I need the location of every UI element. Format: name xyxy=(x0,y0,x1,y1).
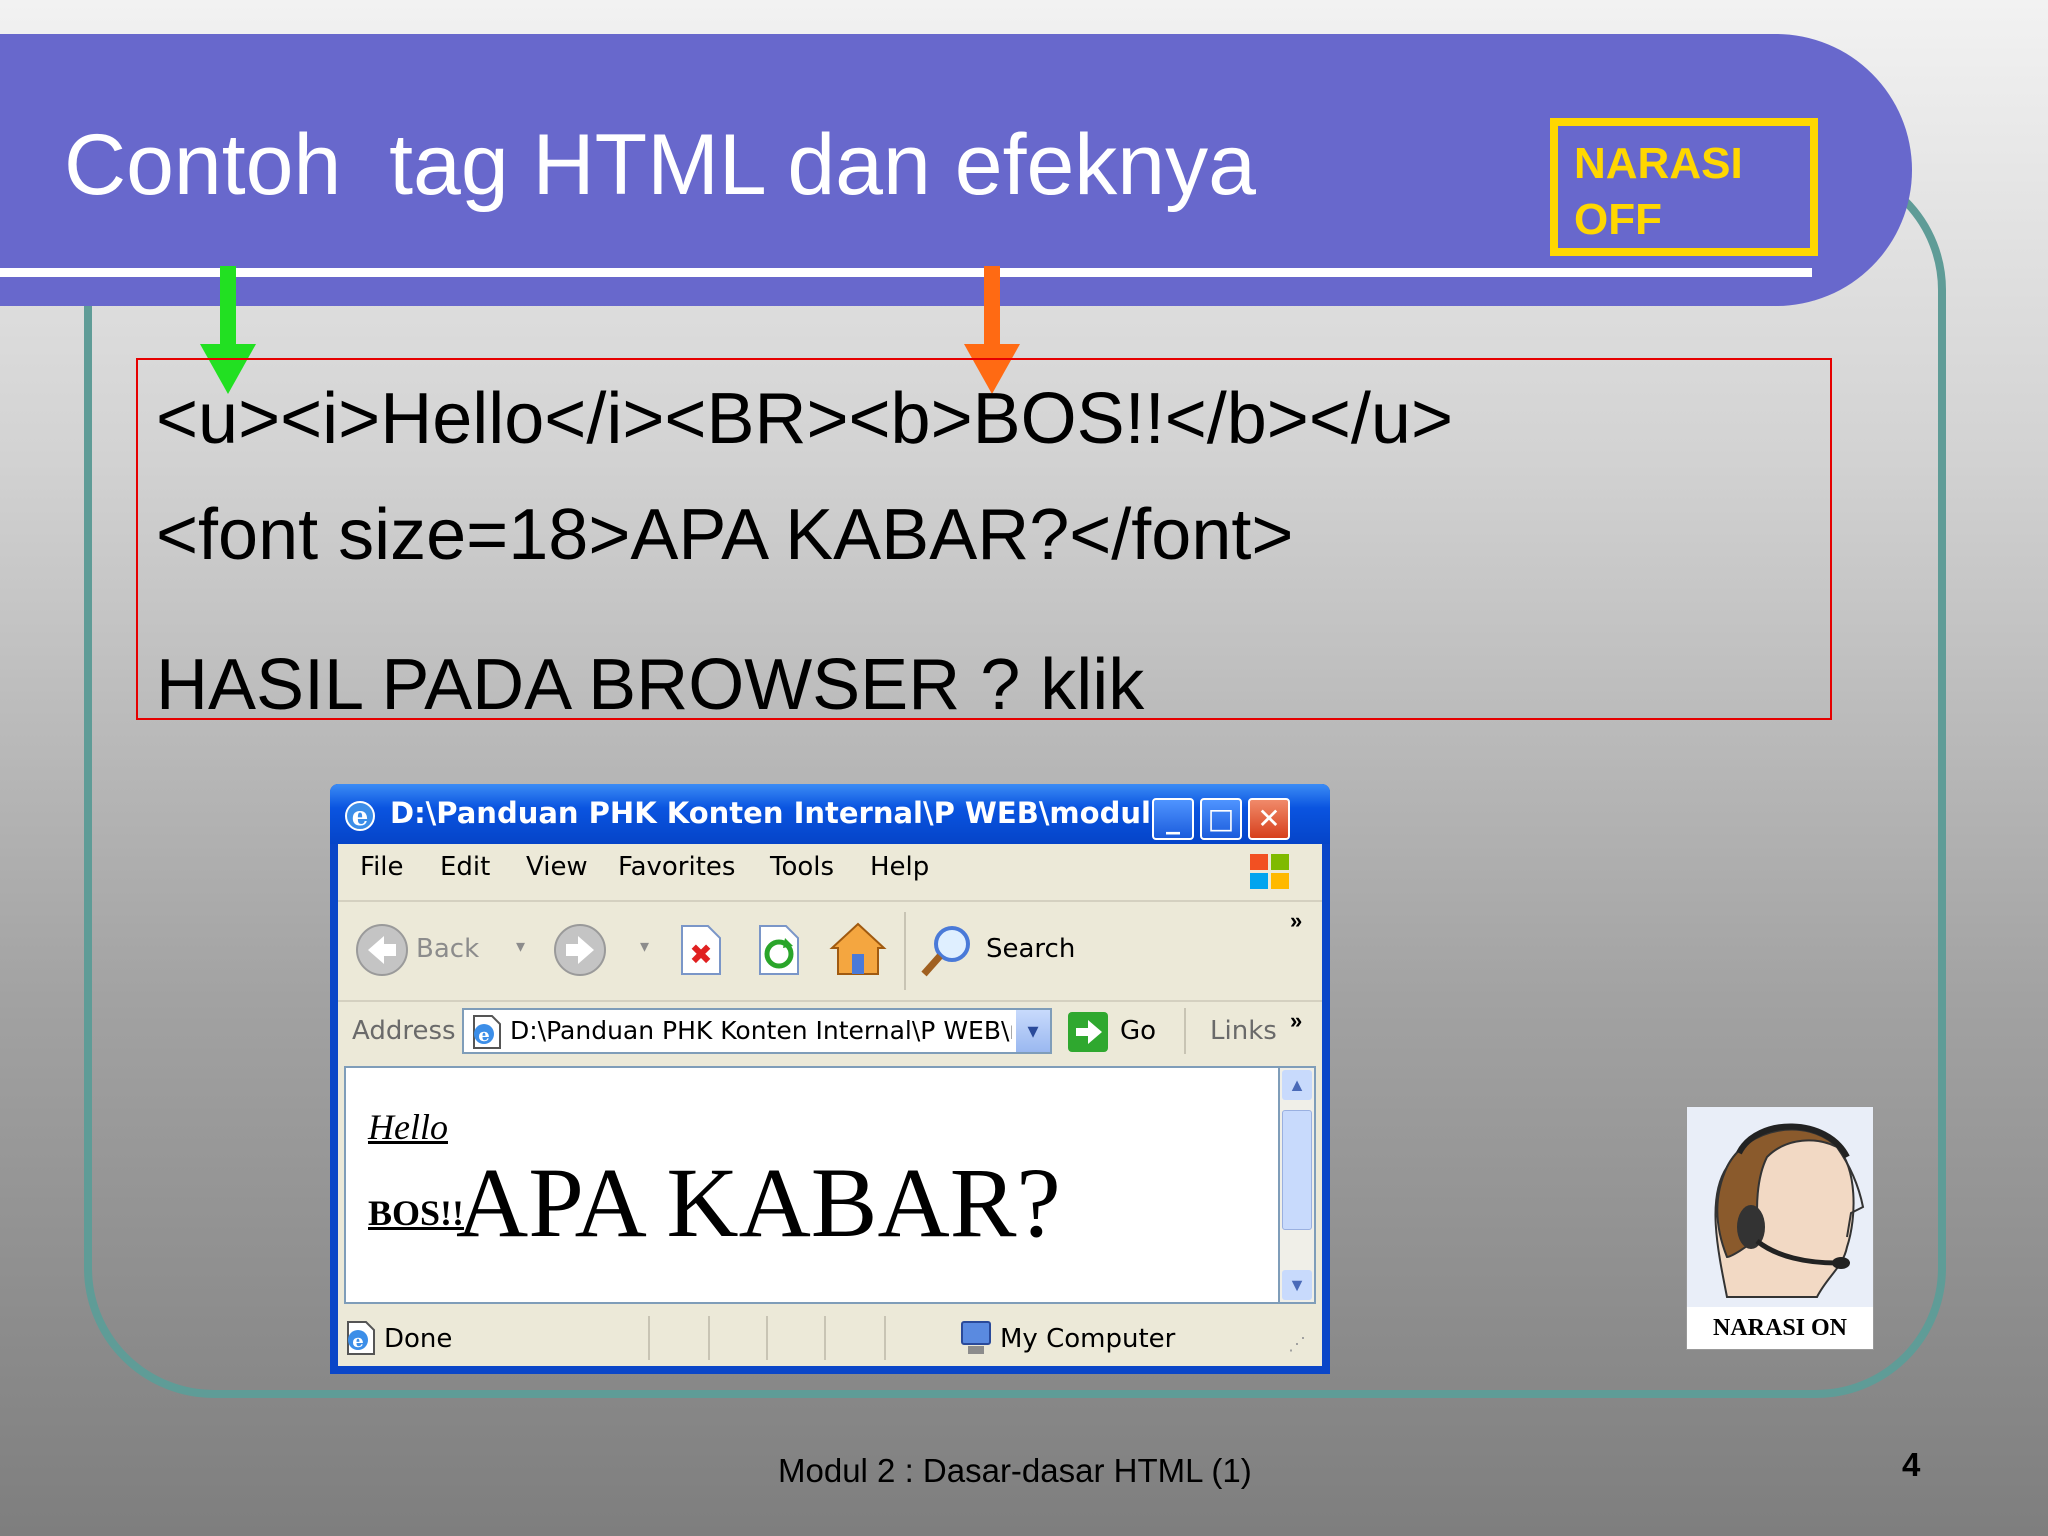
page-number: 4 xyxy=(1902,1446,1921,1483)
status-divider-5 xyxy=(884,1316,886,1360)
status-text: Done xyxy=(384,1324,453,1354)
search-icon xyxy=(921,926,970,977)
page-icon: e xyxy=(473,1015,501,1049)
svg-text:e: e xyxy=(352,802,369,832)
refresh-icon[interactable] xyxy=(752,924,802,976)
browser-window-title: D:\Panduan PHK Konten Internal\P WEB\mod… xyxy=(390,796,1184,830)
status-page-icon: e xyxy=(347,1321,375,1355)
back-arrow-icon xyxy=(356,924,408,976)
search-label: Search xyxy=(986,934,1076,964)
links-button[interactable]: Links xyxy=(1210,1016,1277,1046)
windows-logo-icon xyxy=(1250,854,1289,889)
address-separator xyxy=(1184,1008,1186,1054)
address-input[interactable]: e D:\Panduan PHK Konten Internal\P WEB\r… xyxy=(462,1008,1052,1054)
narasi-off-line1: NARASI xyxy=(1574,139,1743,188)
standard-toolbar: Back ▾ ▾ ✖ Search » xyxy=(338,902,1322,1002)
narasi-on-label: NARASI ON xyxy=(1712,1315,1847,1341)
vertical-scrollbar[interactable]: ▲ ▼ xyxy=(1280,1066,1316,1304)
go-label: Go xyxy=(1120,1016,1157,1046)
scroll-thumb[interactable] xyxy=(1282,1110,1312,1230)
stop-icon[interactable]: ✖ xyxy=(674,924,724,976)
close-button[interactable]: ✕ xyxy=(1248,798,1290,840)
scroll-up-icon[interactable]: ▲ xyxy=(1282,1070,1312,1100)
slide-title: Contoh tag HTML dan efeknya xyxy=(64,117,1256,213)
status-bar: e Done My Computer ⋰ xyxy=(338,1308,1322,1366)
back-button[interactable]: Back xyxy=(354,922,504,978)
address-label: Address xyxy=(352,1016,456,1046)
browser-window: e D:\Panduan PHK Konten Internal\P WEB\m… xyxy=(330,784,1330,1374)
go-arrow-icon xyxy=(1068,1012,1108,1052)
address-bar: Address e D:\Panduan PHK Konten Internal… xyxy=(338,1002,1322,1060)
banner-underline xyxy=(0,268,1812,277)
forward-button-icon[interactable] xyxy=(552,922,608,978)
menu-favorites[interactable]: Favorites xyxy=(618,852,735,882)
rendered-apa-kabar: APA KABAR? xyxy=(456,1147,1061,1258)
maximize-button[interactable]: □ xyxy=(1200,798,1242,840)
back-dropdown-icon[interactable]: ▾ xyxy=(516,936,525,957)
code-line-3-klik[interactable]: HASIL PADA BROWSER ? klik xyxy=(156,644,1144,726)
narasi-off-line2: OFF xyxy=(1574,195,1662,244)
page-content: Hello BOS!! APA KABAR? xyxy=(344,1066,1280,1304)
rendered-bos: BOS!! xyxy=(368,1193,465,1233)
toolbar-separator xyxy=(904,912,906,990)
headset-narrator-icon xyxy=(1687,1107,1873,1307)
rendered-hello: Hello xyxy=(368,1107,448,1147)
resize-grip-icon[interactable]: ⋰ xyxy=(1288,1334,1306,1355)
status-divider-4 xyxy=(824,1316,826,1360)
status-divider-3 xyxy=(766,1316,768,1360)
ie-icon: e xyxy=(345,801,375,832)
back-label: Back xyxy=(416,934,480,964)
menu-edit[interactable]: Edit xyxy=(440,852,490,882)
my-computer-icon xyxy=(961,1321,991,1354)
svg-text:e: e xyxy=(352,1331,363,1352)
zone-text: My Computer xyxy=(1000,1324,1176,1354)
narasi-off-button[interactable]: NARASI OFF xyxy=(1550,118,1818,256)
menu-file[interactable]: File xyxy=(360,852,404,882)
links-chevron-icon[interactable]: » xyxy=(1290,1008,1302,1034)
minimize-button[interactable]: _ xyxy=(1152,798,1194,840)
status-divider-1 xyxy=(648,1316,650,1360)
menu-bar: File Edit View Favorites Tools Help xyxy=(338,844,1322,902)
toolbar-chevron-icon[interactable]: » xyxy=(1290,908,1302,934)
svg-text:e: e xyxy=(478,1025,489,1046)
browser-client: File Edit View Favorites Tools Help Back xyxy=(338,844,1322,1366)
go-button[interactable]: Go xyxy=(1066,1010,1166,1054)
code-line-1: <u><i>Hello</i><BR><b>BOS!!</b></u> xyxy=(156,379,1453,459)
menu-tools[interactable]: Tools xyxy=(770,852,834,882)
menu-help[interactable]: Help xyxy=(870,852,929,882)
browser-titlebar: e D:\Panduan PHK Konten Internal\P WEB\m… xyxy=(330,784,1330,844)
code-line-2: <font size=18>APA KABAR?</font> xyxy=(156,495,1294,575)
address-value: D:\Panduan PHK Konten Internal\P WEB\r xyxy=(510,1016,1012,1045)
search-button[interactable]: Search xyxy=(918,920,1088,980)
address-dropdown-icon[interactable]: ▾ xyxy=(1016,1010,1050,1052)
home-icon[interactable] xyxy=(828,920,888,978)
svg-text:✖: ✖ xyxy=(689,938,712,971)
menu-view[interactable]: View xyxy=(526,852,588,882)
forward-dropdown-icon[interactable]: ▾ xyxy=(640,936,649,957)
scroll-down-icon[interactable]: ▼ xyxy=(1282,1270,1312,1300)
slide-footer: Modul 2 : Dasar-dasar HTML (1) xyxy=(778,1452,1252,1489)
status-divider-2 xyxy=(708,1316,710,1360)
narasi-on-button[interactable]: NARASI ON xyxy=(1686,1106,1874,1350)
